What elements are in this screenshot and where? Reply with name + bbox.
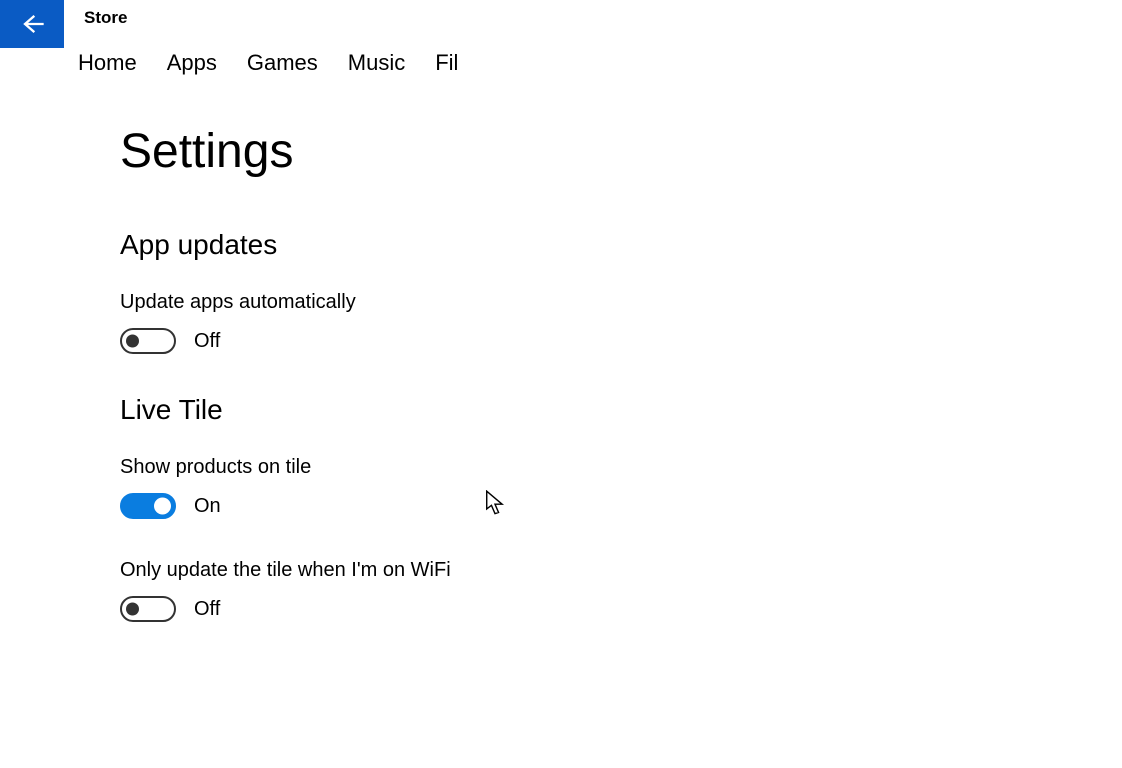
section-app-updates-title: App updates xyxy=(120,229,1122,261)
show-products-row: On xyxy=(120,493,1122,519)
toggle-knob-icon xyxy=(126,603,139,616)
auto-update-label: Update apps automatically xyxy=(120,291,1122,314)
show-products-state: On xyxy=(194,495,221,518)
auto-update-toggle[interactable] xyxy=(120,328,176,354)
page-title: Settings xyxy=(120,124,1122,179)
tab-home[interactable]: Home xyxy=(78,50,137,76)
titlebar: Store xyxy=(0,0,1122,36)
app-title: Store xyxy=(64,0,147,36)
section-live-tile-title: Live Tile xyxy=(120,394,1122,426)
wifi-only-toggle[interactable] xyxy=(120,596,176,622)
tab-games[interactable]: Games xyxy=(247,50,318,76)
auto-update-state: Off xyxy=(194,330,220,353)
wifi-only-row: Off xyxy=(120,596,1122,622)
store-window: Store Home Apps Games Music Fil Settings… xyxy=(0,0,1122,768)
toggle-knob-icon xyxy=(126,335,139,348)
content-area: Settings App updates Update apps automat… xyxy=(0,94,1122,662)
tab-film[interactable]: Fil xyxy=(435,50,458,76)
arrow-left-icon xyxy=(18,10,46,38)
nav-tabs: Home Apps Games Music Fil xyxy=(0,36,1122,94)
auto-update-row: Off xyxy=(120,328,1122,354)
show-products-label: Show products on tile xyxy=(120,456,1122,479)
tab-apps[interactable]: Apps xyxy=(167,50,217,76)
toggle-knob-icon xyxy=(154,498,171,515)
show-products-toggle[interactable] xyxy=(120,493,176,519)
wifi-only-state: Off xyxy=(194,598,220,621)
wifi-only-label: Only update the tile when I'm on WiFi xyxy=(120,559,1122,582)
tab-music[interactable]: Music xyxy=(348,50,405,76)
